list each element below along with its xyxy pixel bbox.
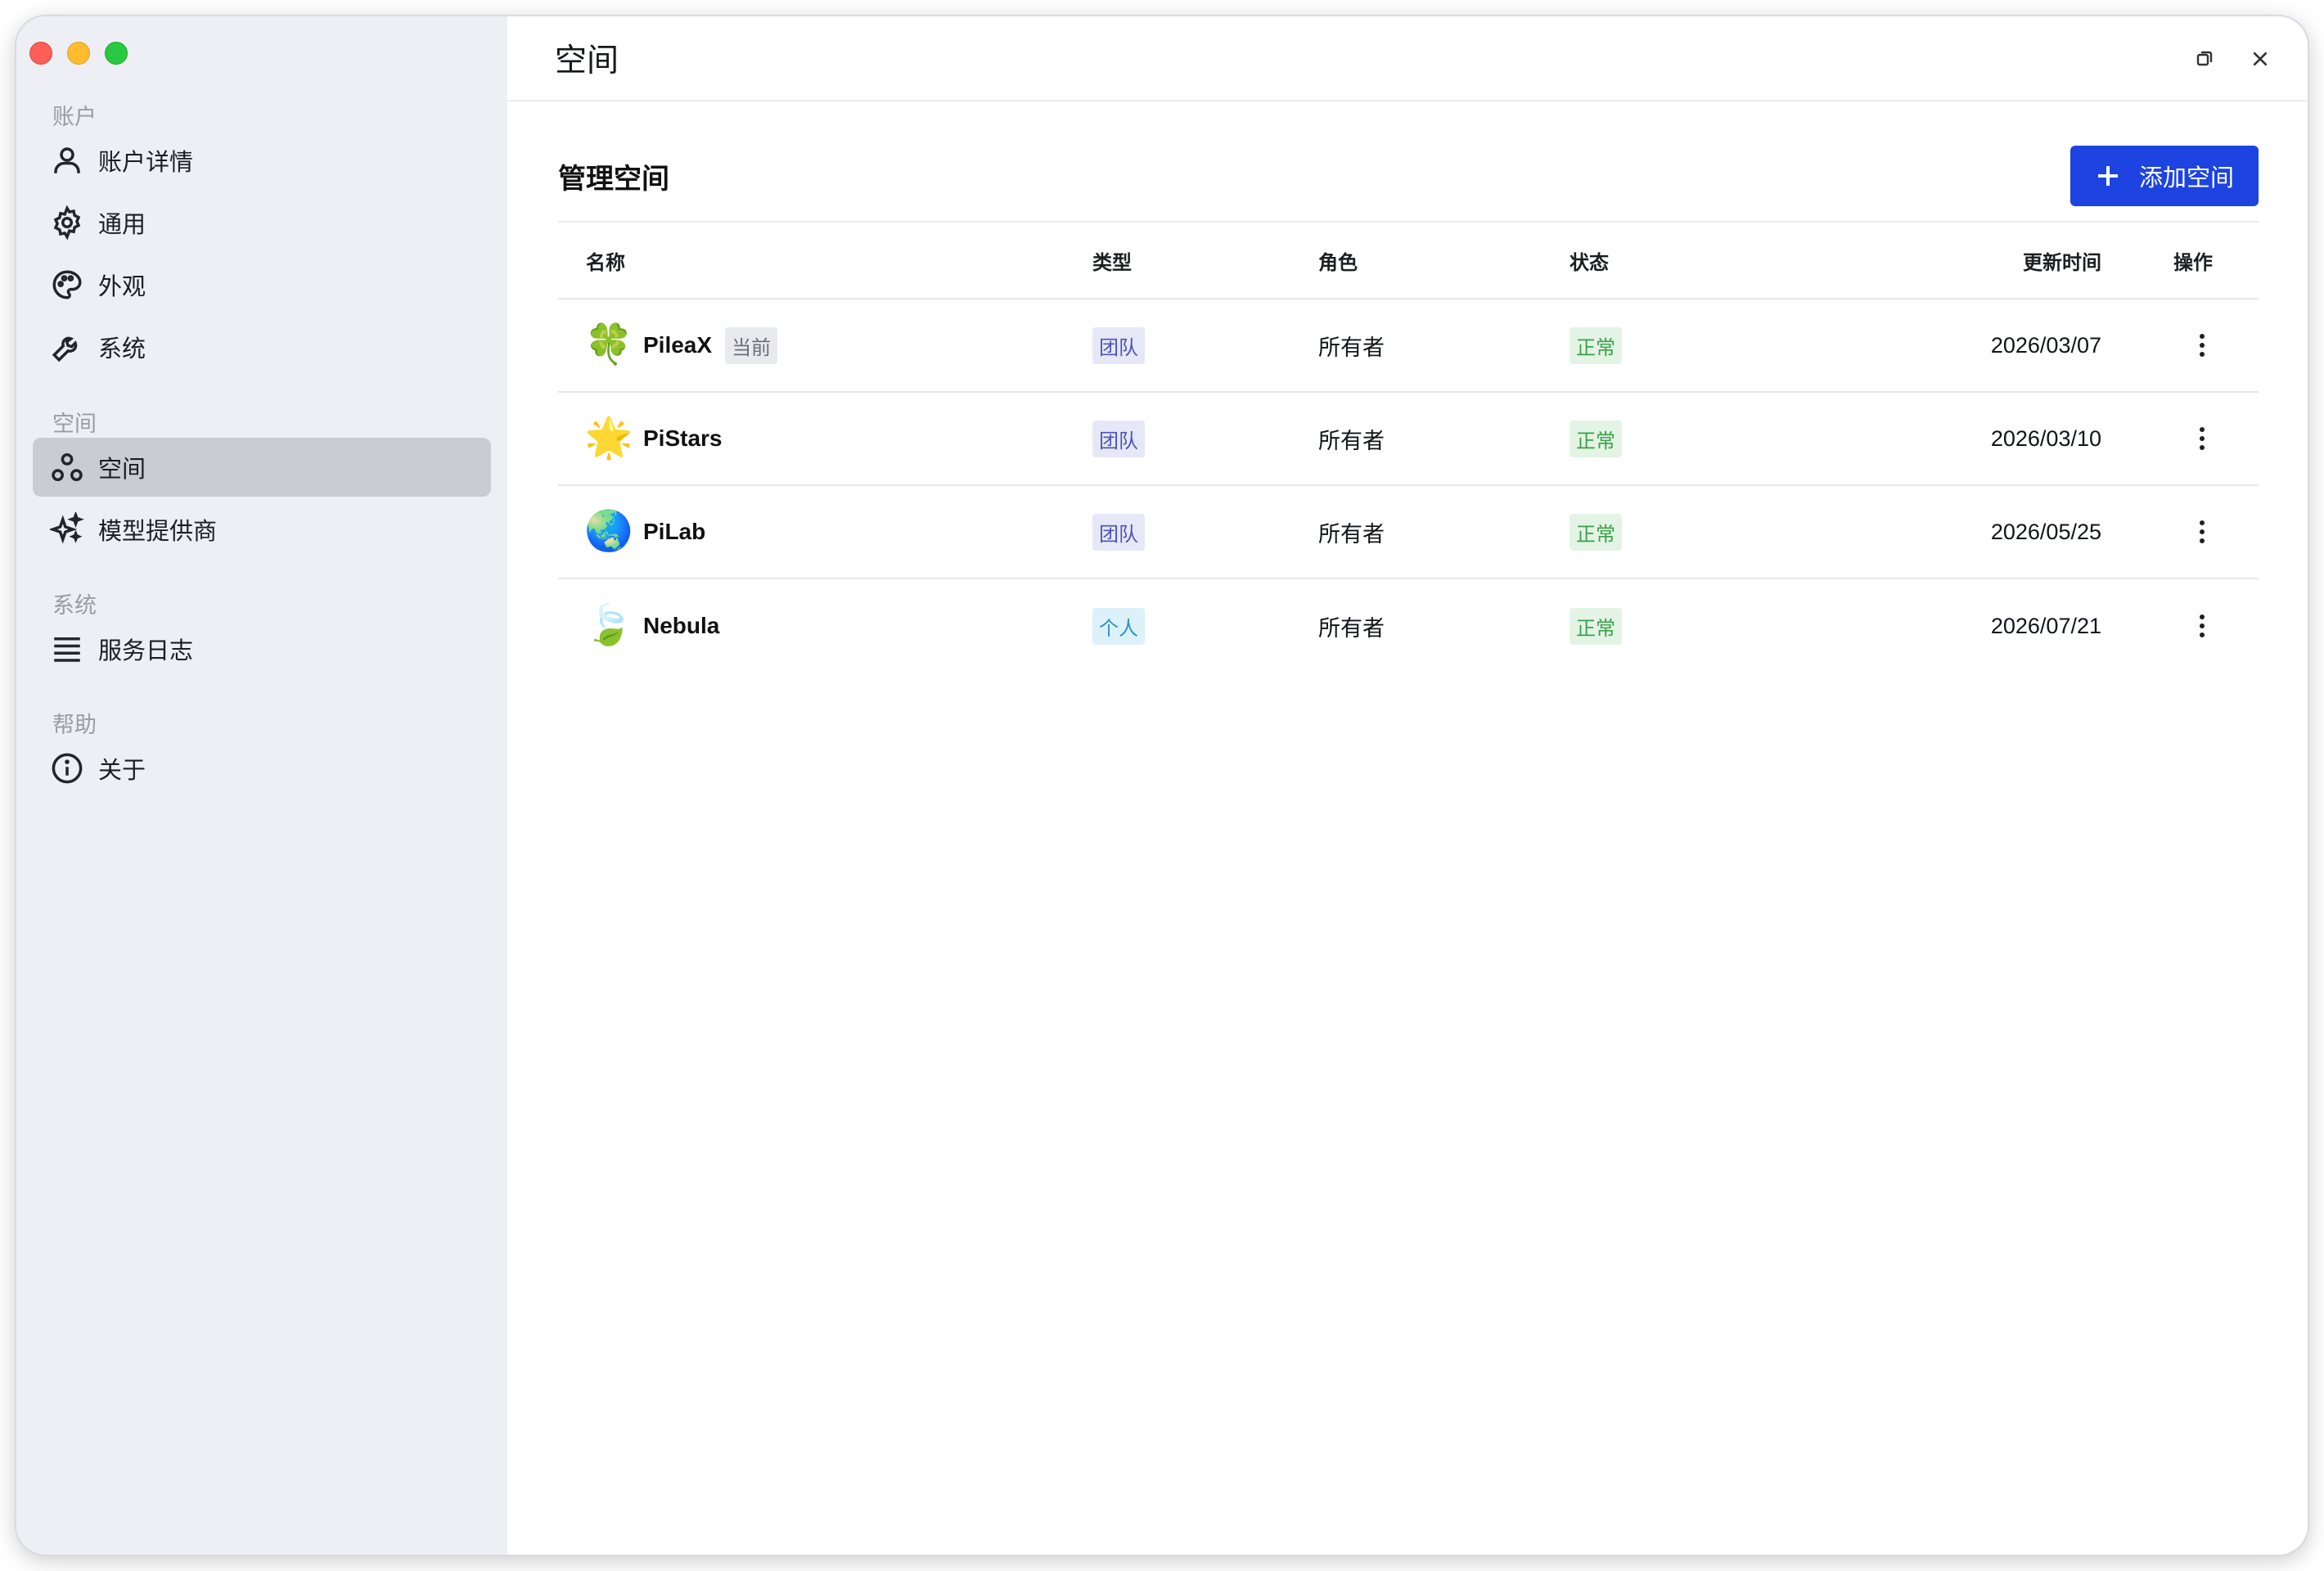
updated-cell: 2026/03/07 xyxy=(1990,332,2101,358)
sidebar-item-label: 账户详情 xyxy=(98,150,194,176)
column-header-status[interactable]: 状态 xyxy=(1570,246,1609,275)
space-icon: 🌏 xyxy=(584,510,633,553)
close-window-button[interactable] xyxy=(29,42,52,65)
sidebar-item-label: 关于 xyxy=(98,758,146,784)
space-icon: 🍃 xyxy=(584,604,633,647)
column-header-ops: 操作 xyxy=(2173,251,2213,274)
type-tag: 个人 xyxy=(1092,607,1145,645)
table-row[interactable]: 🌟 PiStars 团队 所有者 正常 2026/03/10 xyxy=(558,393,2259,486)
sidebar-item-model-providers[interactable]: 模型提供商 xyxy=(33,500,491,559)
add-space-button[interactable]: 添加空间 xyxy=(2070,146,2259,206)
role-cell: 所有者 xyxy=(1318,428,1385,453)
table-row[interactable]: 🍀 PileaX 当前 团队 所有者 正常 2026/03/07 xyxy=(558,299,2259,393)
updated-cell: 2026/07/21 xyxy=(1990,613,2101,638)
page-title: 空间 xyxy=(555,43,619,79)
current-badge: 当前 xyxy=(725,326,778,364)
space-name: Nebula xyxy=(643,613,720,638)
status-badge: 正常 xyxy=(1570,607,1622,645)
space-icon: 🌟 xyxy=(584,416,633,460)
status-badge: 正常 xyxy=(1570,513,1622,551)
space-name: PileaX xyxy=(643,332,713,358)
sidebar-item-appearance[interactable]: 外观 xyxy=(33,255,491,314)
table-row[interactable]: 🌏 PiLab 团队 所有者 正常 2026/05/25 xyxy=(558,486,2259,579)
more-actions-icon[interactable] xyxy=(2190,514,2214,550)
column-header-role[interactable]: 角色 xyxy=(1318,246,1358,275)
sidebar-item-about[interactable]: 关于 xyxy=(33,739,491,798)
sidebar-item-label: 模型提供商 xyxy=(98,519,218,545)
column-header-updated[interactable]: 更新时间 xyxy=(2023,246,2101,275)
sidebar-item-spaces[interactable]: 空间 xyxy=(33,438,491,497)
main-panel: 空间 管理空间 添加空间 名称 类型 角色 状态 更新时间 操作 🍀 Pilea… xyxy=(507,16,2308,1555)
sidebar-item-label: 系统 xyxy=(98,336,146,362)
role-cell: 所有者 xyxy=(1318,521,1385,547)
more-actions-icon[interactable] xyxy=(2190,327,2214,363)
sidebar-group-help: 帮助 xyxy=(52,713,97,737)
updated-cell: 2026/05/25 xyxy=(1990,519,2101,544)
list-icon xyxy=(49,631,85,667)
spaces-table: 名称 类型 角色 状态 更新时间 操作 🍀 PileaX 当前 团队 所有者 正… xyxy=(558,221,2259,673)
table-row[interactable]: 🍃 Nebula 个人 所有者 正常 2026/07/21 xyxy=(558,579,2259,673)
more-actions-icon[interactable] xyxy=(2190,421,2214,457)
spaces-icon xyxy=(49,449,85,485)
sidebar-item-label: 外观 xyxy=(98,274,146,300)
sidebar-group-spaces: 空间 xyxy=(52,412,97,436)
zoom-window-button[interactable] xyxy=(105,42,128,65)
type-tag: 团队 xyxy=(1092,420,1145,457)
updated-cell: 2026/03/10 xyxy=(1990,425,2101,451)
sidebar-item-label: 服务日志 xyxy=(98,638,194,664)
settings-window: 账户 账户详情 通用 外观 系统 空间 空间 模型提供商 系统 服务日志 帮助 … xyxy=(16,16,2308,1555)
close-button[interactable] xyxy=(2244,43,2277,75)
info-icon xyxy=(49,750,85,786)
add-space-label: 添加空间 xyxy=(2138,165,2234,191)
type-tag: 团队 xyxy=(1092,513,1145,551)
space-name: PiStars xyxy=(643,425,723,451)
sidebar-item-system[interactable]: 系统 xyxy=(33,317,491,376)
sidebar-item-account-details[interactable]: 账户详情 xyxy=(33,131,491,190)
sidebar-item-label: 空间 xyxy=(98,457,146,483)
sidebar: 账户 账户详情 通用 外观 系统 空间 空间 模型提供商 系统 服务日志 帮助 … xyxy=(16,16,507,1555)
section-title: 管理空间 xyxy=(558,163,669,195)
wrench-icon xyxy=(49,329,85,365)
gear-icon xyxy=(49,205,85,241)
role-cell: 所有者 xyxy=(1318,335,1385,360)
column-header-name[interactable]: 名称 xyxy=(586,246,625,275)
space-icon: 🍀 xyxy=(584,323,633,367)
palette-icon xyxy=(49,267,85,303)
sidebar-item-service-logs[interactable]: 服务日志 xyxy=(33,619,491,678)
section-header: 管理空间 添加空间 xyxy=(558,146,2259,206)
column-header-type[interactable]: 类型 xyxy=(1092,246,1132,275)
user-icon xyxy=(49,142,85,178)
sidebar-group-account: 账户 xyxy=(52,105,97,129)
sparkles-icon xyxy=(49,511,85,547)
restore-icon xyxy=(2196,51,2213,66)
sidebar-item-general[interactable]: 通用 xyxy=(33,193,491,252)
close-icon xyxy=(2253,52,2268,66)
status-badge: 正常 xyxy=(1570,326,1622,364)
table-header-row: 名称 类型 角色 状态 更新时间 操作 xyxy=(558,223,2259,299)
role-cell: 所有者 xyxy=(1318,615,1385,641)
header: 空间 xyxy=(507,16,2308,101)
sidebar-item-label: 通用 xyxy=(98,212,146,238)
space-name: PiLab xyxy=(643,519,706,544)
status-badge: 正常 xyxy=(1570,420,1622,457)
restore-window-button[interactable] xyxy=(2188,43,2221,75)
plus-icon xyxy=(2097,166,2118,186)
sidebar-group-system: 系统 xyxy=(52,593,97,618)
type-tag: 团队 xyxy=(1092,326,1145,364)
minimize-window-button[interactable] xyxy=(67,42,90,65)
more-actions-icon[interactable] xyxy=(2190,608,2214,644)
window-controls xyxy=(29,42,128,65)
